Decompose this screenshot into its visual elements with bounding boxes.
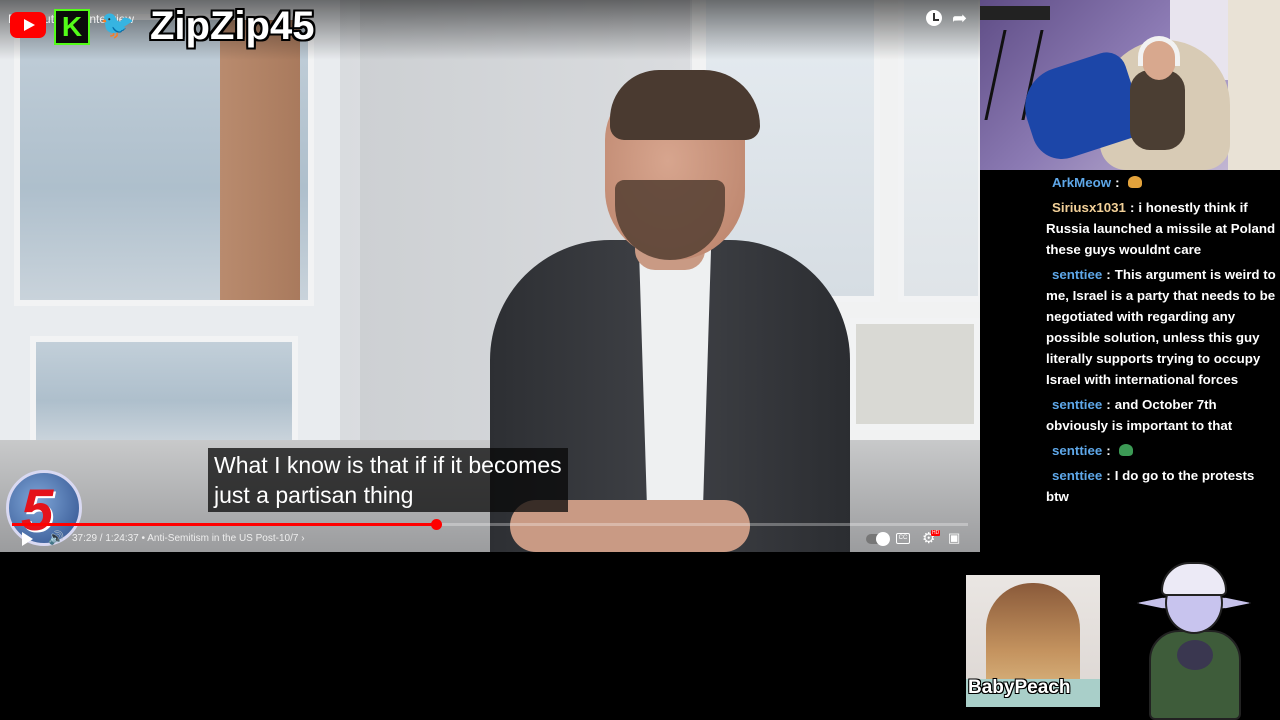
- chat-separator: :: [1106, 443, 1111, 458]
- volume-icon[interactable]: 🔊: [48, 530, 64, 546]
- chat-emote-icon: [1118, 444, 1133, 456]
- streamer-name-overlay: ZipZip45: [150, 4, 315, 48]
- chat-separator: :: [1106, 468, 1111, 483]
- caption-line: just a partisan thing: [214, 482, 414, 508]
- exit-fullscreen-icon[interactable]: ▣: [948, 530, 960, 546]
- chat-username[interactable]: senttiee: [1052, 468, 1102, 483]
- chat-emote-icon: [1127, 176, 1142, 188]
- webcam-shelf: [1228, 0, 1280, 170]
- chat-message: Siriusx1031: i honestly think if Russia l…: [1046, 197, 1280, 260]
- elf-cat: [1177, 640, 1213, 670]
- chat-username[interactable]: senttiee: [1052, 443, 1102, 458]
- subtitle-caption: What I know is that if if it becomes jus…: [208, 448, 568, 512]
- elf-hair: [1161, 562, 1227, 596]
- chat-message: senttiee: and October 7th obviously is im…: [1046, 394, 1280, 436]
- progress-bar[interactable]: [12, 519, 968, 530]
- background-building: [220, 20, 300, 300]
- elf-vtuber-avatar: [1135, 560, 1253, 720]
- chat-username[interactable]: Siriusx1031: [1052, 200, 1126, 215]
- chat-separator: :: [1106, 267, 1111, 282]
- player-controls: 🔊 37:29 / 1:24:37 • Anti-Semitism in the…: [0, 528, 980, 552]
- video-top-bar: [0, 0, 980, 60]
- progress-fill: [12, 523, 436, 526]
- play-icon[interactable]: [22, 532, 33, 546]
- guest-avatar-babypeach: BabyPeach: [966, 575, 1100, 707]
- chat-message: senttiee: This argument is weird to me, I…: [1046, 264, 1280, 390]
- youtube-logo-icon: [10, 12, 46, 38]
- clock-icon[interactable]: [926, 10, 942, 26]
- chat-message: senttiee: I do go to the protests btw: [1046, 465, 1280, 507]
- chat-separator: :: [1129, 200, 1135, 215]
- webcam-streamer-body: [1130, 70, 1185, 150]
- chat-separator: :: [1115, 175, 1120, 190]
- video-player[interactable]: Pete Buttigieg Interview K 🐦 ZipZip45 ➦ …: [0, 0, 980, 552]
- share-arrow-icon[interactable]: ➦: [952, 8, 967, 29]
- chat-separator: :: [1106, 397, 1111, 412]
- captions-button[interactable]: CC: [896, 533, 910, 544]
- chat-message: senttiee:: [1046, 440, 1280, 461]
- autoplay-toggle[interactable]: [866, 532, 890, 546]
- streamer-webcam: [980, 0, 1280, 170]
- caption-line: What I know is that if if it becomes: [214, 452, 562, 478]
- window-pane: [30, 336, 298, 446]
- time-readout: 37:29 / 1:24:37 • Anti-Semitism in the U…: [72, 533, 305, 544]
- chat-panel: ArkMeow: Siriusx1031: i honestly think if …: [1046, 172, 1280, 511]
- chat-message-text: This argument is weird to me, Israel is …: [1046, 267, 1276, 387]
- chat-message: ArkMeow:: [1046, 172, 1280, 193]
- chat-username[interactable]: senttiee: [1052, 267, 1102, 282]
- interviewee-hair: [610, 70, 760, 140]
- hd-badge: HD: [931, 530, 941, 536]
- chapter-title[interactable]: • Anti-Semitism in the US Post-10/7 ›: [142, 533, 305, 544]
- twitter-bird-icon: 🐦: [100, 9, 135, 40]
- chat-username[interactable]: ArkMeow: [1052, 175, 1111, 190]
- webcam-keyboard: [980, 6, 1050, 20]
- guest-name-label: BabyPeach: [968, 677, 1071, 698]
- kick-logo-icon: K: [54, 9, 90, 45]
- chat-username[interactable]: senttiee: [1052, 397, 1102, 412]
- time-elapsed-duration: 37:29 / 1:24:37: [72, 533, 139, 544]
